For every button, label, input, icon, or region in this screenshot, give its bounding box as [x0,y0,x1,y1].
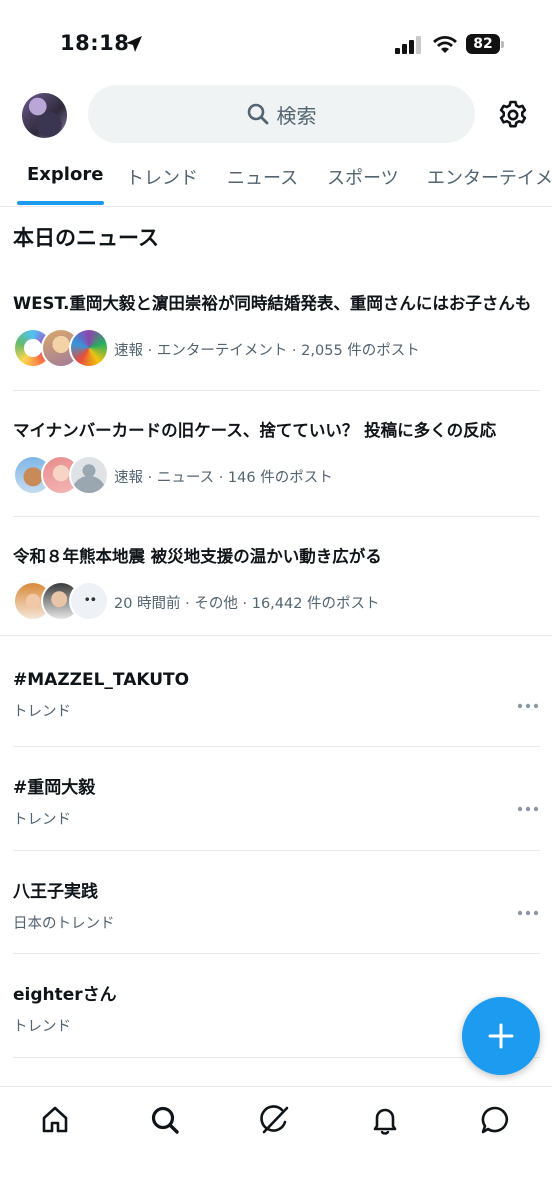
tab-sports[interactable]: スポーツ [327,164,399,190]
news-avatars [13,581,109,621]
news-title: WEST.重岡大毅と濵田崇裕が同時結婚発表、重岡さんにはお子さんも [13,294,532,313]
news-item[interactable]: WEST.重岡大毅と濵田崇裕が同時結婚発表、重岡さんにはお子さんも 速報 · エ… [13,290,540,372]
news-item[interactable]: 令和８年熊本地震 被災地支援の温かい動き広がる 20 時間前 · その他 · 1… [13,543,540,625]
tab-news[interactable]: ニュース [227,164,298,190]
bottom-navigation [0,1086,552,1200]
location-arrow-icon [126,36,142,52]
divider [13,390,540,391]
news-meta: 速報 · ニュース · 146 件のポスト [114,470,333,486]
compose-post-button[interactable] [462,997,540,1075]
active-tab-indicator [17,201,104,205]
trend-name: #MAZZEL_TAKUTO [13,670,190,690]
divider [13,516,540,517]
search-icon [247,103,268,125]
plus-icon [488,1023,514,1049]
cellular-signal-icon [395,36,421,54]
battery-cap [501,41,504,48]
battery-level: 82 [466,34,500,54]
grok-icon[interactable] [259,1104,291,1136]
tab-explore[interactable]: Explore [27,164,103,185]
message-icon[interactable] [479,1104,511,1136]
trend-item[interactable]: #重岡大毅 トレンド [13,773,540,829]
home-icon[interactable] [39,1104,71,1136]
wifi-icon [433,36,457,53]
more-options-icon[interactable] [516,805,540,813]
explore-tabs: Explore トレンド ニュース スポーツ エンターテイメント [0,150,552,207]
profile-avatar[interactable] [22,93,67,138]
search-icon[interactable] [149,1104,181,1136]
more-options-icon[interactable] [516,702,540,710]
trend-name: eighterさん [13,985,117,1005]
trend-name: #重岡大毅 [13,778,96,798]
divider [13,953,540,954]
bell-icon[interactable] [369,1104,401,1136]
trend-context: トレンド [13,1019,71,1035]
news-title: マイナンバーカードの旧ケース、捨てていい？ 投稿に多くの反応 [13,421,497,440]
status-bar: 18:18 82 [0,0,552,88]
news-meta: 速報 · エンターテイメント · 2,055 件のポスト [114,343,420,359]
news-title: 令和８年熊本地震 被災地支援の温かい動き広がる [13,547,382,566]
news-avatars [13,328,109,368]
tab-entertainment[interactable]: エンターテイメント [427,164,552,190]
divider [13,850,540,851]
news-avatars [13,455,109,495]
trend-item[interactable]: #MAZZEL_TAKUTO トレンド [13,670,540,721]
trend-context: 日本のトレンド [13,916,115,932]
tab-trend[interactable]: トレンド [126,164,198,190]
search-placeholder: 検索 [276,103,317,128]
trend-item[interactable]: eighterさん トレンド [13,980,540,1036]
battery-indicator: 82 [466,34,504,54]
search-bar[interactable]: 検索 [88,85,475,143]
trend-item[interactable]: 八王子実践 日本のトレンド [13,877,540,933]
more-options-icon[interactable] [516,909,540,917]
news-avatar [69,328,109,368]
trend-name: 八王子実践 [13,882,98,902]
trend-context: トレンド [13,812,71,828]
divider [13,746,540,747]
news-avatar [69,455,109,495]
section-divider [0,635,552,636]
trend-context: トレンド [13,704,71,720]
divider [13,1057,540,1058]
status-time: 18:18 [60,31,130,55]
gear-icon[interactable] [497,99,529,131]
news-meta: 20 時間前 · その他 · 16,442 件のポスト [114,596,380,612]
section-title: 本日のニュース [13,226,159,250]
news-avatar [69,581,109,621]
news-item[interactable]: マイナンバーカードの旧ケース、捨てていい？ 投稿に多くの反応 速報 · ニュース… [13,417,540,499]
